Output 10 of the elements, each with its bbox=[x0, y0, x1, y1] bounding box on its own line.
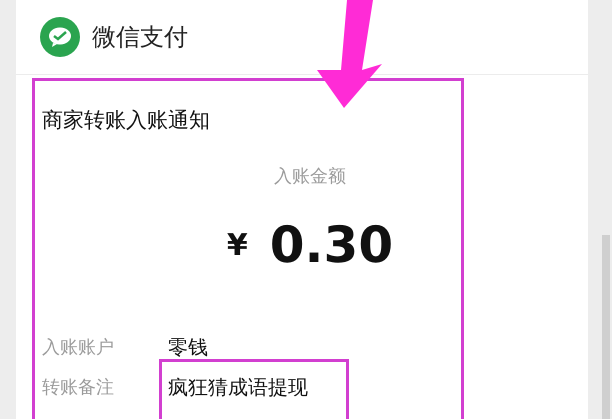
wallet-logo-icon bbox=[40, 17, 80, 57]
amount-value: 0.30 bbox=[270, 217, 394, 273]
detail-value: 零钱 bbox=[168, 334, 208, 361]
notification-title: 商家转账入账通知 bbox=[42, 107, 211, 134]
currency-symbol: ¥ bbox=[226, 226, 248, 264]
detail-value: 疯狂猜成语提现 bbox=[168, 374, 308, 401]
app-title: 微信支付 bbox=[92, 22, 188, 53]
detail-label: 入账账户 bbox=[42, 336, 115, 360]
amount-label: 入账金额 bbox=[273, 165, 347, 189]
detail-label: 转账备注 bbox=[42, 376, 115, 400]
